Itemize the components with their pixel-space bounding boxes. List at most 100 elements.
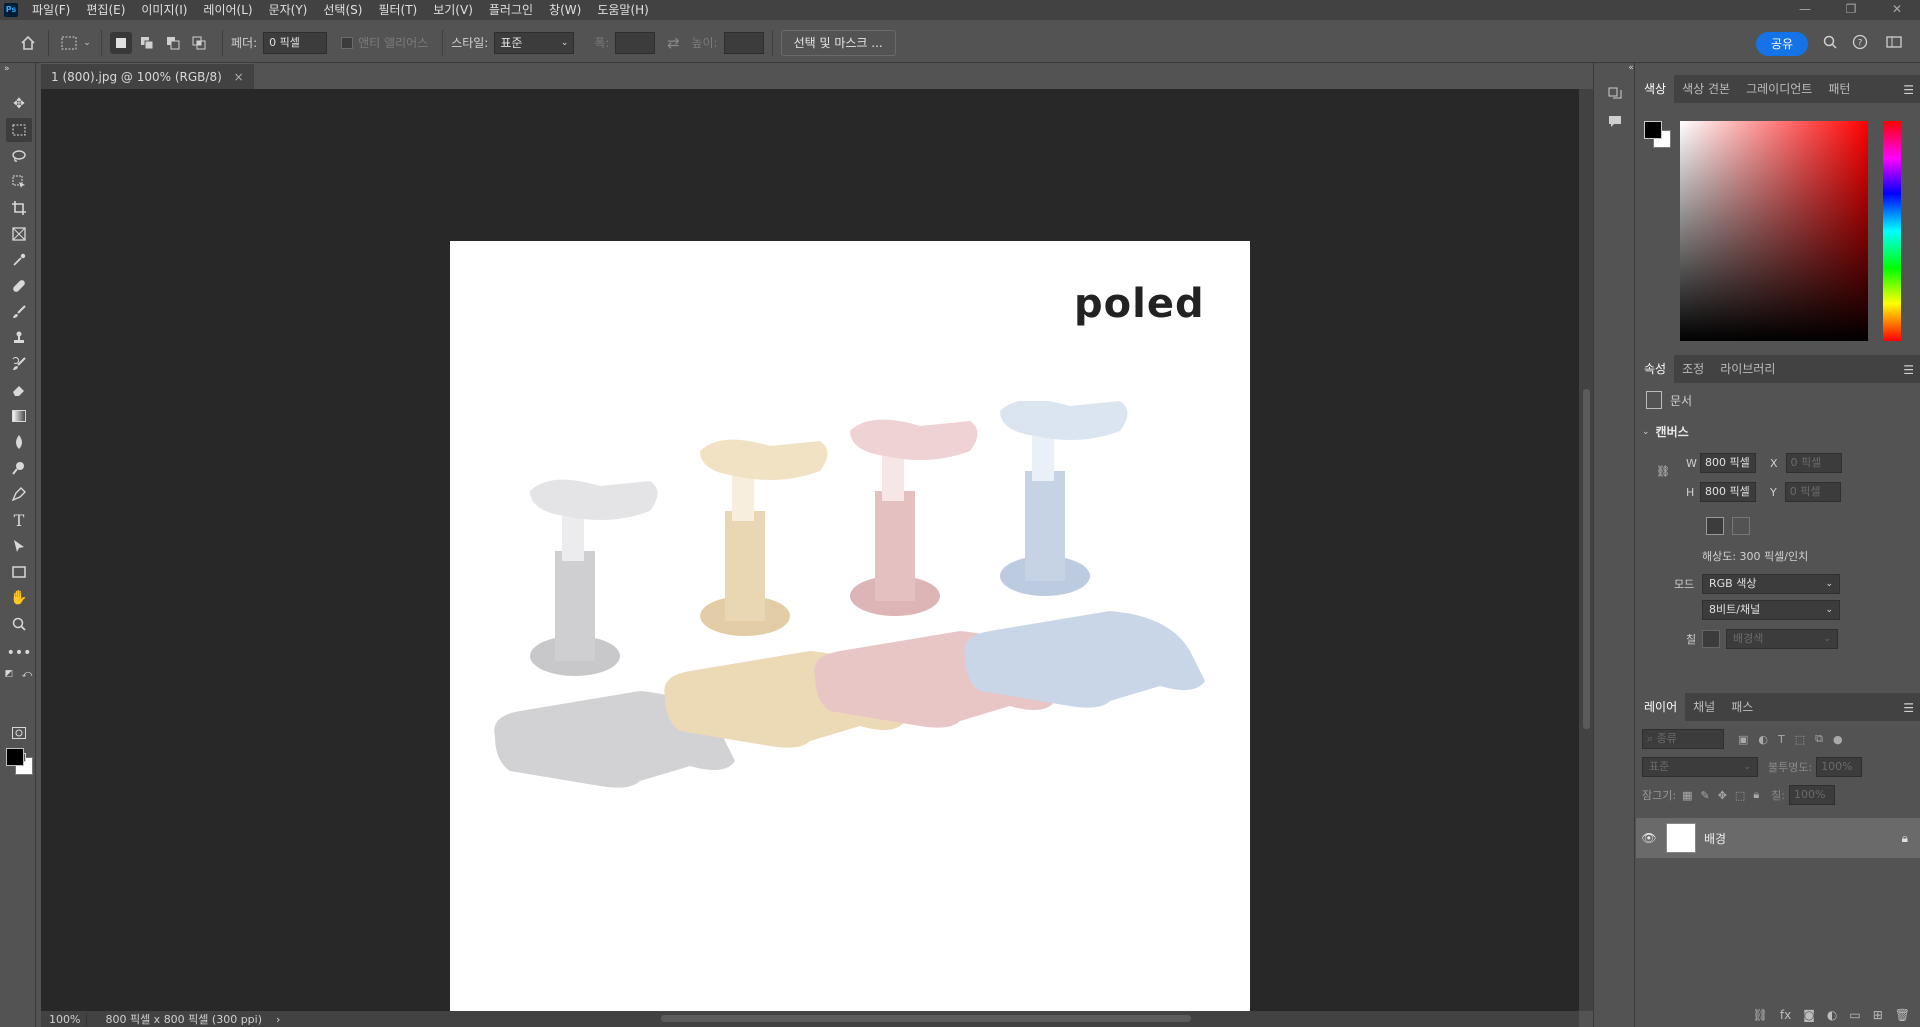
width-input[interactable]	[615, 31, 656, 54]
select-and-mask-button[interactable]: 선택 및 마스크 ...	[780, 29, 896, 56]
adjustment-filter-icon[interactable]: ◐	[1758, 733, 1768, 746]
pen-tool-icon[interactable]	[6, 482, 32, 506]
canvas-width-input[interactable]: 800 픽셀	[1700, 453, 1756, 473]
chevron-down-icon[interactable]: ⌄	[81, 31, 93, 55]
zoom-level[interactable]: 100%	[41, 1012, 88, 1026]
default-colors-icon[interactable]: ◩	[2, 667, 16, 681]
tab-swatches[interactable]: 색상 견본	[1674, 75, 1738, 103]
rectangular-marquee-tool-icon[interactable]	[6, 118, 32, 142]
menu-file[interactable]: 파일(F)	[24, 0, 78, 20]
quick-mask-icon[interactable]	[6, 721, 32, 745]
help-icon[interactable]: ?	[1850, 34, 1870, 54]
lock-transparent-icon[interactable]: ▦	[1682, 789, 1692, 802]
vertical-scrollbar[interactable]	[1579, 89, 1593, 1011]
close-icon[interactable]: ×	[234, 70, 244, 84]
menu-edit[interactable]: 편집(E)	[78, 0, 133, 20]
hue-slider[interactable]	[1883, 121, 1901, 341]
new-selection-icon[interactable]	[110, 31, 132, 54]
scrollbar-thumb[interactable]	[661, 1015, 1191, 1022]
style-select[interactable]: 표준 ⌄	[494, 31, 575, 54]
healing-brush-tool-icon[interactable]	[6, 274, 32, 298]
type-tool-icon[interactable]: T	[6, 508, 32, 532]
tab-libraries[interactable]: 라이브러리	[1712, 355, 1783, 383]
lock-position-icon[interactable]: ✥	[1718, 789, 1727, 802]
clone-stamp-tool-icon[interactable]	[6, 326, 32, 350]
pixel-filter-icon[interactable]: ▣	[1738, 733, 1748, 746]
scrollbar-thumb[interactable]	[1583, 389, 1590, 729]
filter-toggle-icon[interactable]: ●	[1833, 733, 1843, 746]
link-icon[interactable]: ⛓	[1656, 465, 1670, 478]
hand-tool-icon[interactable]: ✋	[6, 586, 32, 610]
tab-color[interactable]: 색상	[1636, 75, 1675, 103]
search-icon[interactable]	[1820, 34, 1840, 54]
blur-tool-icon[interactable]	[6, 430, 32, 454]
home-icon[interactable]	[16, 31, 40, 55]
tab-patterns[interactable]: 패턴	[1820, 75, 1858, 103]
new-adjustment-layer-icon[interactable]: ◐	[1827, 1008, 1837, 1022]
foreground-color-swatch[interactable]	[6, 748, 24, 766]
swap-colors-icon[interactable]: ⤺	[20, 667, 34, 681]
panel-menu-icon[interactable]: ☰	[1903, 83, 1914, 97]
object-selection-tool-icon[interactable]	[6, 170, 32, 194]
layer-row-background[interactable]: 👁︎ 배경 🔒︎	[1636, 818, 1920, 858]
opacity-input[interactable]: 100%	[1816, 757, 1863, 777]
history-panel-icon[interactable]	[1604, 87, 1626, 107]
canvas-section-header[interactable]: ⌄ 캔버스	[1642, 423, 1689, 440]
canvas-area[interactable]: poled	[41, 89, 1579, 1027]
blend-mode-select[interactable]: 표준 ⌄	[1642, 757, 1758, 777]
add-mask-icon[interactable]: ◙	[1803, 1008, 1815, 1022]
more-tools-icon[interactable]: •••	[6, 641, 32, 665]
restore-button[interactable]: ❐	[1828, 0, 1874, 20]
collapse-arrows-icon[interactable]: «	[1620, 63, 1642, 75]
menu-type[interactable]: 문자(Y)	[261, 0, 316, 20]
zoom-tool-icon[interactable]	[6, 612, 32, 636]
swap-icon[interactable]: ⇄	[661, 31, 685, 55]
horizontal-scrollbar[interactable]	[281, 1011, 1579, 1027]
tab-properties[interactable]: 속성	[1636, 355, 1675, 383]
lasso-tool-icon[interactable]	[6, 144, 32, 168]
new-group-icon[interactable]: ▭	[1849, 1008, 1860, 1022]
gradient-tool-icon[interactable]	[6, 404, 32, 428]
menu-view[interactable]: 보기(V)	[425, 0, 481, 20]
intersect-selection-icon[interactable]	[188, 32, 210, 54]
tab-adjustments[interactable]: 조정	[1674, 355, 1712, 383]
layer-kind-filter[interactable]: ⌕ 종류	[1642, 729, 1724, 749]
smart-object-filter-icon[interactable]: ⧉	[1815, 732, 1823, 746]
rectangle-tool-icon[interactable]	[6, 560, 32, 584]
layer-name[interactable]: 배경	[1704, 830, 1902, 847]
document-canvas[interactable]: poled	[450, 241, 1250, 1027]
panel-menu-icon[interactable]: ☰	[1903, 363, 1914, 377]
workspace-icon[interactable]	[1884, 34, 1904, 54]
close-button[interactable]: ✕	[1874, 0, 1920, 20]
collapse-arrows-icon[interactable]: »	[4, 63, 30, 75]
landscape-icon[interactable]	[1732, 517, 1750, 535]
foreground-color-swatch[interactable]	[1644, 121, 1662, 139]
canvas-x-input[interactable]: 0 픽셀	[1785, 453, 1842, 473]
menu-layer[interactable]: 레이어(L)	[195, 0, 260, 20]
minimize-button[interactable]: —	[1782, 0, 1828, 20]
menu-plugins[interactable]: 플러그인	[481, 0, 541, 20]
share-button[interactable]: 공유	[1756, 32, 1808, 56]
frame-tool-icon[interactable]	[6, 222, 32, 246]
lock-image-icon[interactable]: ✎	[1700, 789, 1709, 802]
status-arrow-icon[interactable]: ›	[276, 1013, 280, 1026]
canvas-height-input[interactable]: 800 픽셀	[1700, 482, 1756, 502]
shape-filter-icon[interactable]: ⬚	[1795, 733, 1805, 746]
tab-paths[interactable]: 패스	[1723, 693, 1761, 721]
brush-tool-icon[interactable]	[6, 300, 32, 324]
type-filter-icon[interactable]: T	[1778, 733, 1785, 746]
tab-layers[interactable]: 레이어	[1636, 693, 1686, 721]
link-layers-icon[interactable]: ⛓	[1753, 1008, 1768, 1022]
height-input[interactable]	[723, 31, 764, 54]
fill-color-swatch[interactable]	[1702, 630, 1720, 648]
eraser-tool-icon[interactable]	[6, 378, 32, 402]
fx-icon[interactable]: fx	[1780, 1008, 1791, 1022]
menu-filter[interactable]: 필터(T)	[370, 0, 425, 20]
comments-panel-icon[interactable]	[1604, 115, 1626, 135]
feather-input[interactable]: 0 픽셀	[263, 31, 328, 54]
fill-input[interactable]: 100%	[1789, 785, 1836, 805]
eye-icon[interactable]: 👁︎	[1638, 831, 1660, 845]
lock-all-icon[interactable]: 🔒︎	[1753, 788, 1759, 802]
menu-window[interactable]: 창(W)	[541, 0, 589, 20]
menu-image[interactable]: 이미지(I)	[133, 0, 195, 20]
